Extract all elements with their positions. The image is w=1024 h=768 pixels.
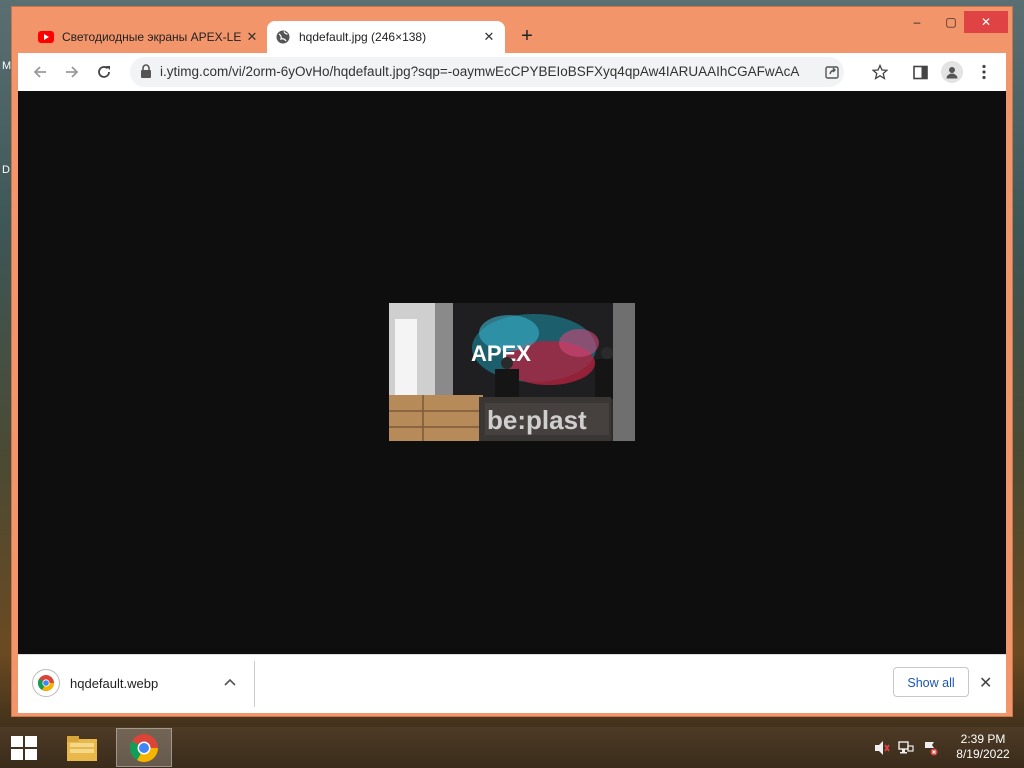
- bookmark-star-icon[interactable]: [868, 60, 892, 84]
- tab-title: Светодиодные экраны APEX-LE: [62, 30, 242, 44]
- chevron-up-icon[interactable]: [224, 675, 236, 689]
- volume-muted-icon[interactable]: [874, 740, 890, 756]
- beplast-sign-text: be:plast: [487, 405, 587, 435]
- maximize-button[interactable]: ▢: [934, 11, 968, 33]
- page-viewport: APEX be:plast: [18, 91, 1006, 654]
- close-icon[interactable]: ✕: [979, 673, 992, 693]
- back-icon[interactable]: [28, 60, 52, 84]
- share-icon[interactable]: [824, 64, 840, 85]
- chrome-icon: [130, 733, 158, 762]
- side-panel-icon[interactable]: [908, 60, 932, 84]
- clock-time: 2:39 PM: [960, 732, 1006, 746]
- tab-close-icon[interactable]: ✕: [481, 29, 497, 45]
- windows-logo-icon: [11, 736, 37, 760]
- network-icon[interactable]: [898, 740, 914, 756]
- show-all-button[interactable]: Show all: [893, 667, 969, 697]
- forward-icon[interactable]: [60, 60, 84, 84]
- download-file-name: hqdefault.webp: [70, 675, 159, 691]
- globe-icon: [275, 29, 291, 45]
- browser-toolbar: i.ytimg.com/vi/2orm-6yOvHo/hqdefault.jpg…: [18, 53, 1006, 91]
- tab-title: hqdefault.jpg (246×138): [299, 30, 427, 44]
- menu-kebab-icon[interactable]: [972, 60, 996, 84]
- tab-close-icon[interactable]: ✕: [244, 29, 260, 45]
- profile-avatar[interactable]: [940, 60, 964, 84]
- reload-icon[interactable]: [92, 60, 116, 84]
- download-bar: hqdefault.webp Show all ✕: [18, 654, 1006, 713]
- displayed-image[interactable]: APEX be:plast: [389, 303, 635, 441]
- person-icon: [941, 61, 963, 83]
- file-explorer-button[interactable]: [54, 728, 110, 767]
- close-window-button[interactable]: ✕: [964, 11, 1008, 33]
- minimize-button[interactable]: –: [900, 11, 934, 33]
- clock-date: 8/19/2022: [956, 747, 1010, 761]
- tab-youtube[interactable]: Светодиодные экраны APEX-LE ✕: [30, 21, 268, 53]
- url-text[interactable]: i.ytimg.com/vi/2orm-6yOvHo/hqdefault.jpg…: [160, 57, 800, 87]
- browser-window: Светодиодные экраны APEX-LE ✕ hqdefault.…: [11, 6, 1013, 717]
- chrome-taskbar-button[interactable]: [116, 728, 172, 767]
- desktop-icon-label[interactable]: M: [2, 60, 11, 72]
- tab-hqdefault[interactable]: hqdefault.jpg (246×138) ✕: [267, 21, 505, 53]
- youtube-icon: [38, 29, 54, 45]
- lock-icon[interactable]: [140, 64, 152, 84]
- divider: [254, 661, 255, 707]
- title-bar: Светодиодные экраны APEX-LE ✕ hqdefault.…: [12, 7, 1012, 53]
- action-center-flag-icon[interactable]: [922, 740, 938, 756]
- start-button[interactable]: [10, 735, 38, 766]
- taskbar: 2:39 PM 8/19/2022: [0, 727, 1024, 768]
- desktop-icon-label[interactable]: D: [2, 164, 10, 176]
- chrome-file-icon: [32, 669, 60, 697]
- address-bar[interactable]: i.ytimg.com/vi/2orm-6yOvHo/hqdefault.jpg…: [130, 57, 844, 87]
- download-item[interactable]: hqdefault.webp: [26, 663, 246, 703]
- system-clock[interactable]: 2:39 PM 8/19/2022: [946, 732, 1020, 762]
- new-tab-button[interactable]: +: [515, 25, 539, 49]
- folder-icon: [67, 735, 97, 761]
